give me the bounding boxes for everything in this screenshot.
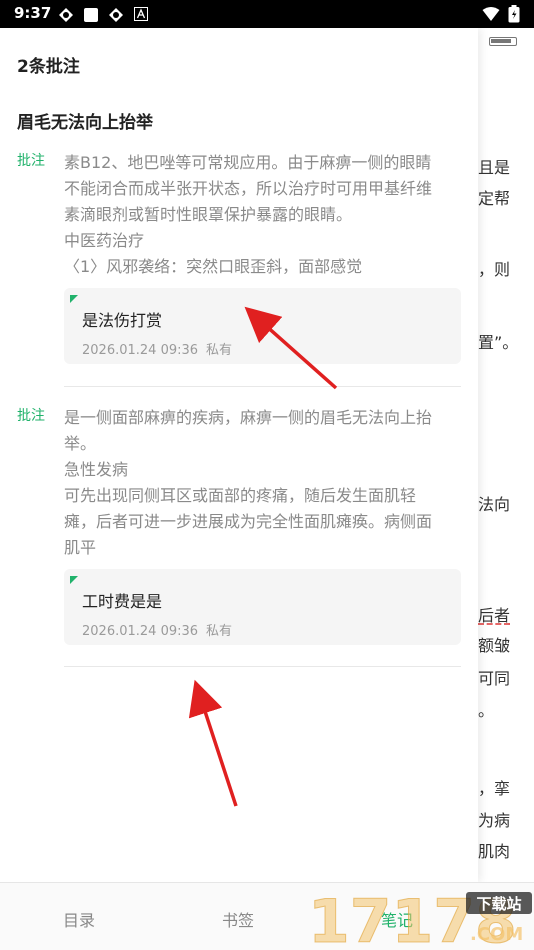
chapter-title: 眉毛无法向上抬举 <box>17 113 153 133</box>
note-item[interactable]: 批注 是一侧面部麻痹的疾病，麻痹一侧的眉毛无法向上抬 举。 急性发病 可先出现同… <box>0 405 478 667</box>
a-notification-icon <box>134 7 148 21</box>
app-notification-icon-2 <box>109 8 123 22</box>
tab-toc[interactable]: 目录 <box>63 907 95 931</box>
background-text-fragment: 后者 <box>478 606 511 625</box>
app-notification-icon <box>59 8 73 22</box>
note-meta: 2026.01.24 09:36 私有 <box>82 620 240 639</box>
note-comment-text: 工时费是是 <box>82 592 163 611</box>
note-date: 2026.01.24 09:36 <box>82 343 199 358</box>
notes-panel: 2条批注 眉毛无法向上抬举 批注 素B12、地巴唑等可常规应用。由于麻痹一侧的眼… <box>0 28 478 882</box>
background-text-fragment: ，挛 <box>478 779 511 798</box>
excerpt-line: 〈1〉风邪袭络：突然口眼歪斜，面部感觉 <box>64 257 363 276</box>
square-notification-icon <box>84 8 98 22</box>
status-time: 9:37 <box>14 4 52 22</box>
note-divider <box>64 386 461 387</box>
background-text-fragment: 法向 <box>478 495 511 514</box>
excerpt-line: 素滴眼剂或暂时性眼罩保护暴露的眼睛。 <box>64 205 353 224</box>
excerpt-line: 举。 <box>64 434 97 453</box>
comment-corner-marker <box>70 295 78 303</box>
background-text-fragment: 额皱 <box>478 636 511 655</box>
note-meta: 2026.01.24 09:36 私有 <box>82 339 240 358</box>
wifi-icon <box>482 7 500 21</box>
background-text-fragment: ，则 <box>478 260 511 279</box>
note-comment-card[interactable]: 是法伤打赏 2026.01.24 09:36 私有 <box>64 288 461 364</box>
note-tag: 批注 <box>17 153 45 169</box>
note-excerpt[interactable]: 素B12、地巴唑等可常规应用。由于麻痹一侧的眼睛 不能闭合而成半张开状态，所以治… <box>64 150 456 280</box>
excerpt-line: 不能闭合而成半张开状态，所以治疗时可用甲基纤维 <box>64 179 433 198</box>
excerpt-line: 肌平 <box>64 538 97 557</box>
excerpt-line: 是一侧面部麻痹的疾病，麻痹一侧的眉毛无法向上抬 <box>64 408 433 427</box>
status-bar: 9:37 <box>0 0 534 28</box>
comment-corner-marker <box>70 576 78 584</box>
note-tag: 批注 <box>17 408 45 424</box>
note-excerpt[interactable]: 是一侧面部麻痹的疾病，麻痹一侧的眉毛无法向上抬 举。 急性发病 可先出现同侧耳区… <box>64 405 456 561</box>
reader-battery-indicator <box>489 37 517 46</box>
note-privacy: 私有 <box>206 624 233 639</box>
watermark-sub: 下载站 <box>476 895 521 913</box>
excerpt-line: 瘫，后者可进一步进展成为完全性面肌瘫痪。病侧面 <box>64 512 433 531</box>
background-text-fragment: 可同 <box>478 669 511 688</box>
watermark-domain: .COM <box>470 924 523 945</box>
background-text-fragment: 肌肉 <box>478 842 511 861</box>
note-privacy: 私有 <box>206 343 233 358</box>
note-count-label: 2条批注 <box>17 57 80 77</box>
background-text-fragment: 且是 <box>478 158 511 177</box>
note-date: 2026.01.24 09:36 <box>82 624 199 639</box>
note-item[interactable]: 批注 素B12、地巴唑等可常规应用。由于麻痹一侧的眼睛 不能闭合而成半张开状态，… <box>0 150 478 388</box>
note-comment-text: 是法伤打赏 <box>82 311 163 330</box>
background-text-fragment: 。 <box>478 701 495 720</box>
site-watermark: 17178 下载站 .COM <box>308 887 532 950</box>
background-text-fragment: 置”。 <box>478 333 519 352</box>
note-comment-card[interactable]: 工时费是是 2026.01.24 09:36 私有 <box>64 569 461 645</box>
battery-icon <box>508 5 520 23</box>
excerpt-line: 素B12、地巴唑等可常规应用。由于麻痹一侧的眼睛 <box>64 153 432 172</box>
background-text-fragment: 为病 <box>478 811 511 830</box>
note-divider <box>64 666 461 667</box>
background-text-fragment: 定帮 <box>478 189 511 208</box>
excerpt-line: 中医药治疗 <box>64 231 145 250</box>
tab-bookmark[interactable]: 书签 <box>222 907 254 931</box>
excerpt-line: 急性发病 <box>64 460 129 479</box>
excerpt-line: 可先出现同侧耳区或面部的疼痛，随后发生面肌轻 <box>64 486 417 505</box>
